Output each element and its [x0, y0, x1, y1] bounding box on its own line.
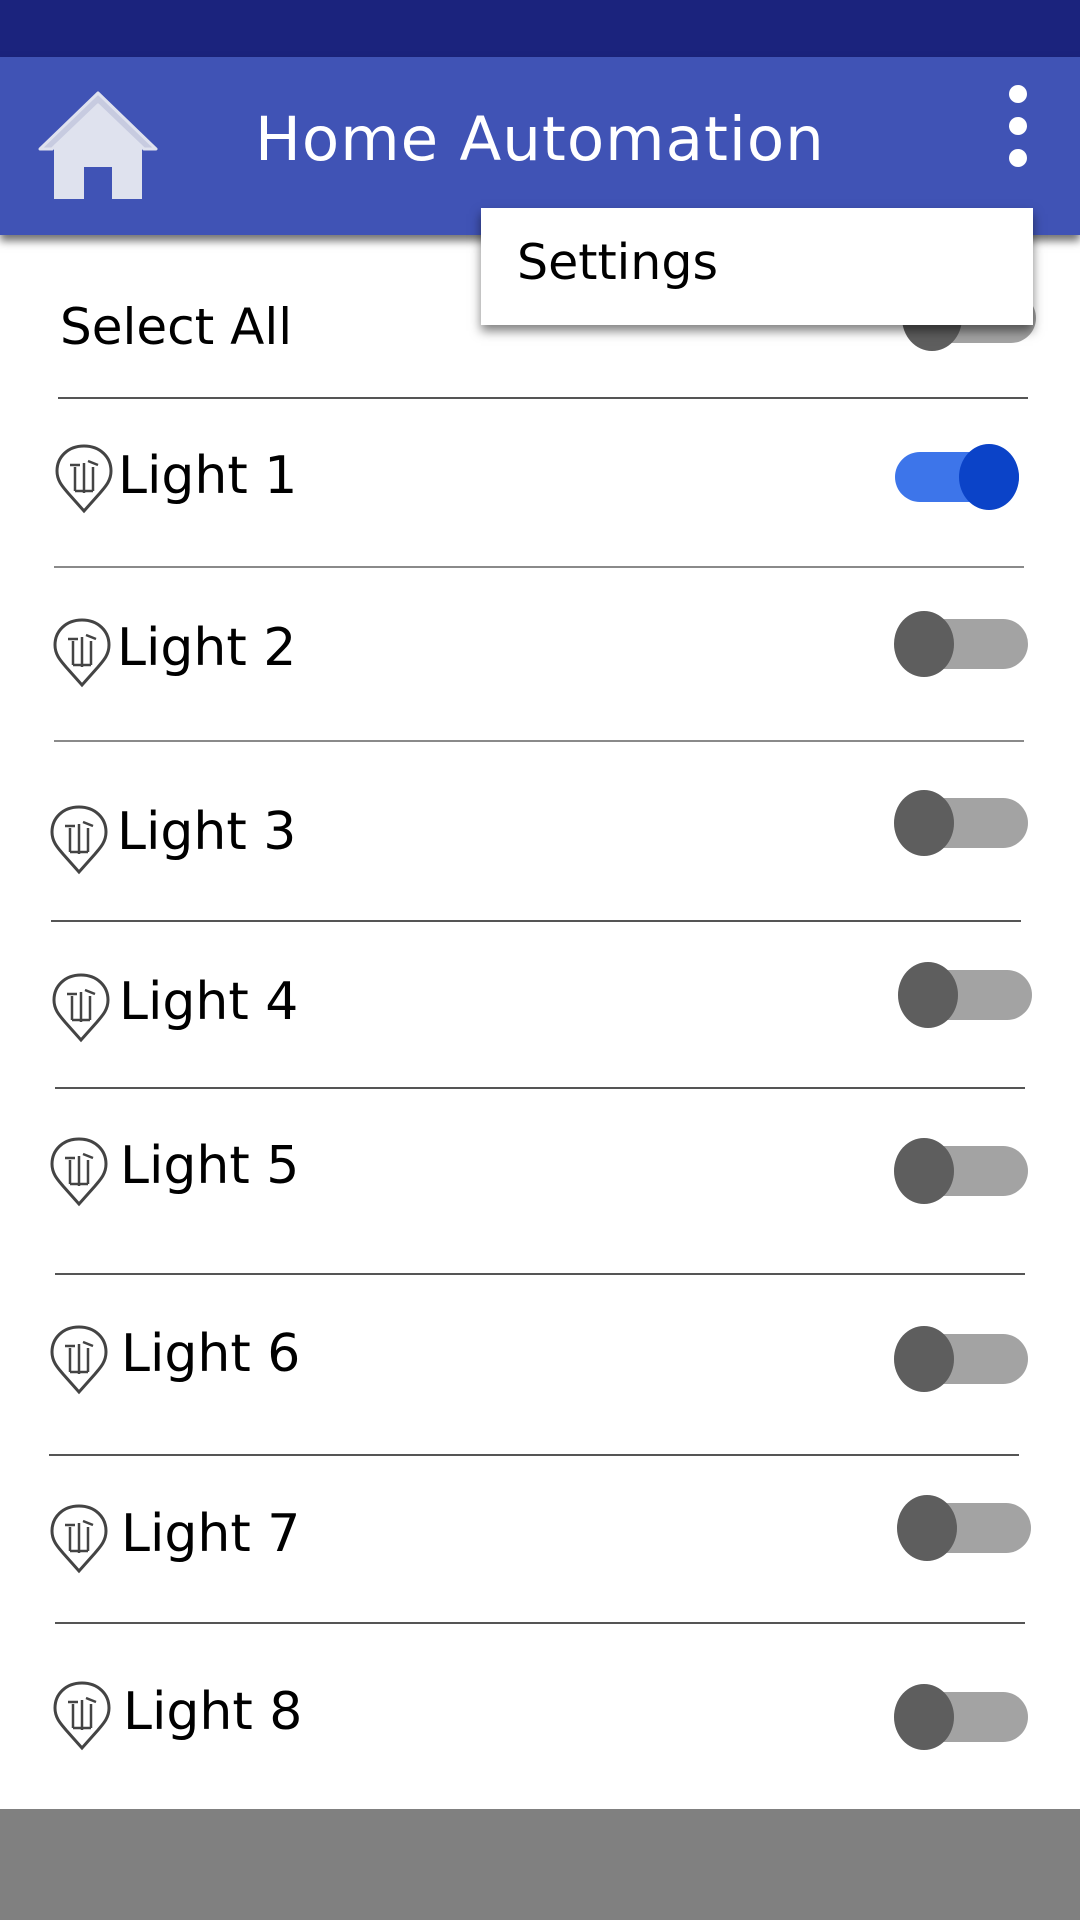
app-title: Home Automation	[255, 104, 825, 175]
bottom-bar	[0, 1809, 1080, 1920]
lightbulb-icon	[50, 1504, 108, 1574]
lightbulb-icon	[52, 973, 110, 1043]
overflow-menu: Settings	[481, 208, 1033, 325]
light-5-label: Light 5	[120, 1136, 300, 1196]
light-6-label: Light 6	[121, 1324, 301, 1384]
lightbulb-icon	[50, 1325, 108, 1395]
light-1-label: Light 1	[118, 446, 298, 506]
lightbulb-icon	[55, 444, 113, 514]
divider	[49, 1454, 1019, 1456]
menu-item-settings[interactable]: Settings	[517, 238, 718, 287]
lightbulb-icon	[53, 1681, 111, 1751]
divider	[54, 566, 1024, 568]
select-all-label: Select All	[60, 298, 293, 356]
divider	[55, 1273, 1025, 1275]
divider	[55, 1622, 1025, 1624]
home-icon[interactable]	[36, 87, 160, 205]
light-3-label: Light 3	[117, 802, 297, 862]
lightbulb-icon	[53, 618, 111, 688]
light-2-label: Light 2	[117, 618, 297, 678]
divider	[51, 920, 1021, 922]
light-8-label: Light 8	[123, 1682, 303, 1742]
divider	[58, 397, 1028, 399]
light-4-label: Light 4	[119, 972, 299, 1032]
divider	[55, 1087, 1025, 1089]
lightbulb-icon	[50, 805, 108, 875]
more-vert-icon[interactable]	[990, 85, 1046, 185]
lightbulb-icon	[50, 1137, 108, 1207]
status-bar	[0, 0, 1080, 57]
divider	[54, 740, 1024, 742]
light-7-label: Light 7	[121, 1504, 301, 1564]
